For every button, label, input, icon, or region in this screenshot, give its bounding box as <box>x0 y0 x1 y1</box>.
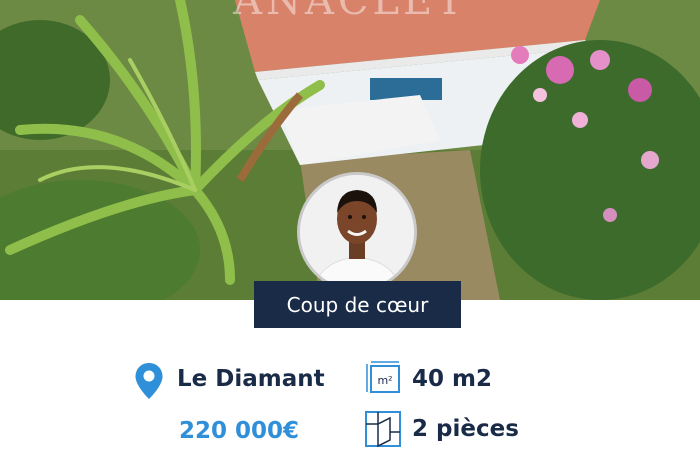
listing-details: Le Diamant 220 000€ m² 40 m2 2 pièces <box>0 330 700 455</box>
location-text: Le Diamant <box>177 366 325 392</box>
agent-avatar <box>297 172 417 292</box>
rooms-text: 2 pièces <box>412 416 519 442</box>
location-pin-icon <box>135 363 163 399</box>
area-text: 40 m2 <box>412 366 492 392</box>
area-icon: m² <box>366 361 400 393</box>
area-icon-label: m² <box>377 374 392 387</box>
rooms-icon <box>365 411 401 448</box>
favorite-badge: Coup de cœur <box>254 281 461 328</box>
price-text: 220 000€ <box>179 418 300 444</box>
agent-portrait <box>300 175 414 289</box>
watermark-text: ANACLET <box>233 0 467 24</box>
